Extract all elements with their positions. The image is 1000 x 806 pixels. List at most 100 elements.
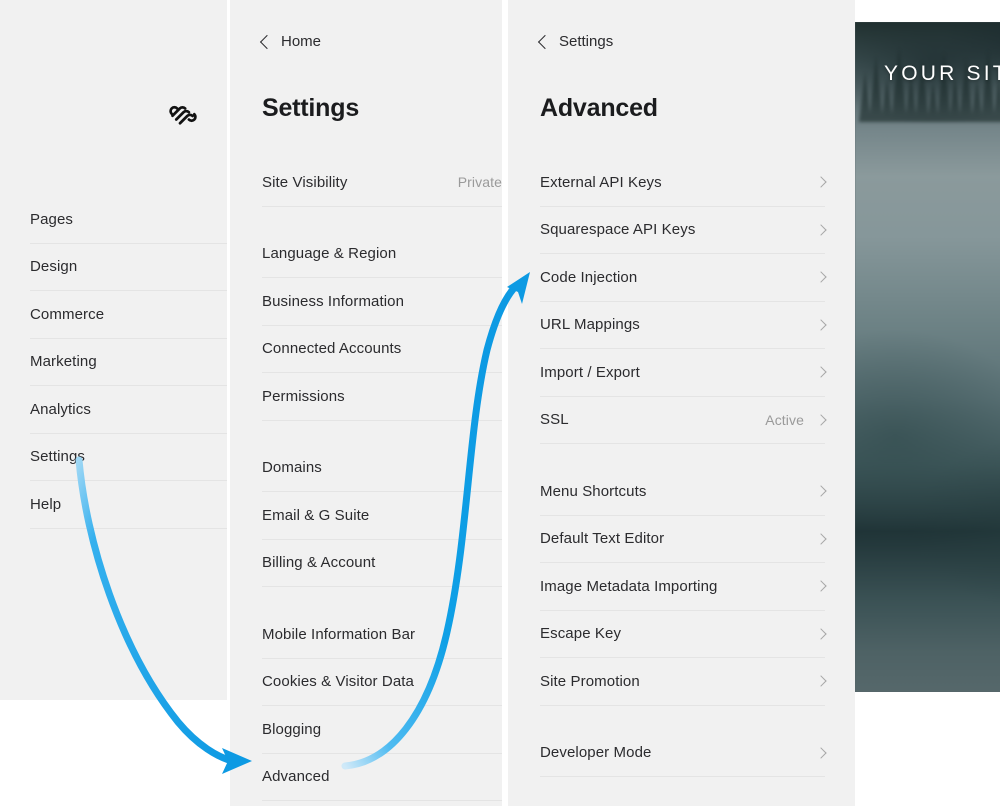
settings-back-label: Home	[281, 33, 322, 50]
list-group-separator	[540, 444, 855, 468]
list-item-label: Cookies & Visitor Data	[262, 673, 414, 691]
list-item-mobile-information-bar[interactable]: Mobile Information Bar	[262, 611, 502, 659]
chevron-right-icon	[815, 271, 827, 283]
list-item-site-visibility[interactable]: Site Visibility Private	[262, 159, 502, 207]
list-group-separator	[262, 207, 502, 231]
chevron-right-icon	[815, 580, 827, 592]
list-item-url-mappings[interactable]: URL Mappings	[540, 302, 827, 349]
list-item-label: Advanced	[262, 768, 330, 786]
chevron-right-icon	[815, 224, 827, 236]
list-item-ssl[interactable]: SSL Active	[540, 397, 827, 444]
list-item-label: Business Information	[262, 292, 405, 310]
sidebar-item-label: Analytics	[30, 400, 91, 418]
list-group-separator	[262, 421, 502, 445]
list-item-label: Permissions	[262, 387, 345, 405]
list-item-site-promotion[interactable]: Site Promotion	[540, 658, 827, 706]
list-item-label: Site Promotion	[540, 672, 640, 690]
squarespace-logo-icon	[169, 105, 197, 125]
list-item-permissions[interactable]: Permissions	[262, 373, 502, 421]
settings-list: Site Visibility Private Language & Region B…	[230, 159, 502, 801]
settings-panel: Home Settings Site Visibility Private Lang…	[230, 0, 502, 806]
sidebar-nav: Pages Design Commerce Marketing Analytic…	[0, 196, 227, 529]
chevron-right-icon	[815, 319, 827, 331]
list-item-label: Email & G Suite	[262, 506, 370, 524]
list-item-value: Active	[765, 411, 804, 428]
list-item-squarespace-api-keys[interactable]: Squarespace API Keys	[540, 207, 827, 254]
list-item-language-region[interactable]: Language & Region	[262, 231, 502, 278]
sidebar-item-label: Settings	[30, 448, 85, 466]
sidebar-item-label: Pages	[30, 210, 74, 228]
list-item-label: SSL	[540, 411, 569, 429]
advanced-back-button[interactable]: Settings	[537, 33, 614, 50]
app-window: Pages Design Commerce Marketing Analytic…	[0, 0, 1000, 806]
list-item-email-g-suite[interactable]: Email & G Suite	[262, 492, 502, 540]
settings-page-title: Settings	[262, 94, 360, 122]
sidebar-item-label: Design	[30, 258, 78, 276]
sidebar-item-label: Marketing	[30, 353, 97, 371]
site-preview-title: YOUR SITE	[884, 62, 1000, 85]
list-item-business-information[interactable]: Business Information	[262, 278, 502, 326]
list-item-label: URL Mappings	[540, 316, 640, 334]
list-item-label: Code Injection	[540, 268, 638, 286]
sidebar-item-design[interactable]: Design	[30, 244, 227, 291]
list-item-label: Domains	[262, 459, 322, 477]
site-preview[interactable]: YOUR SITE	[855, 22, 1000, 692]
chevron-right-icon	[815, 485, 827, 497]
preview-photo	[855, 22, 1000, 692]
list-item-label: Language & Region	[262, 245, 397, 263]
sidebar-item-pages[interactable]: Pages	[30, 196, 227, 244]
chevron-right-icon	[815, 414, 827, 426]
chevron-right-icon	[815, 675, 827, 687]
list-item-label: Developer Mode	[540, 744, 652, 762]
list-item-label: Import / Export	[540, 363, 640, 381]
squarespace-logo-wrap[interactable]	[0, 98, 227, 132]
list-item-escape-key[interactable]: Escape Key	[540, 611, 827, 658]
list-item-default-text-editor[interactable]: Default Text Editor	[540, 516, 827, 563]
list-item-developer-mode[interactable]: Developer Mode	[540, 730, 827, 777]
chevron-left-icon	[537, 34, 553, 49]
advanced-list: External API Keys Squarespace API Keys Cod…	[508, 159, 855, 777]
list-item-label: Squarespace API Keys	[540, 221, 696, 239]
main-sidebar: Pages Design Commerce Marketing Analytic…	[0, 0, 227, 700]
sidebar-item-analytics[interactable]: Analytics	[30, 386, 227, 434]
sidebar-item-label: Help	[30, 495, 62, 513]
list-item-advanced[interactable]: Advanced	[262, 754, 502, 801]
advanced-page-title: Advanced	[540, 94, 658, 122]
chevron-right-icon	[815, 628, 827, 640]
chevron-right-icon	[815, 747, 827, 759]
list-item-label: Mobile Information Bar	[262, 625, 416, 643]
list-item-code-injection[interactable]: Code Injection	[540, 254, 827, 302]
list-item-label: Image Metadata Importing	[540, 577, 718, 595]
list-item-value: Private	[457, 174, 502, 191]
sidebar-item-settings[interactable]: Settings	[30, 434, 227, 481]
sidebar-item-help[interactable]: Help	[30, 481, 227, 529]
list-group-separator	[262, 587, 502, 611]
list-item-label: Site Visibility	[262, 173, 348, 191]
list-item-domains[interactable]: Domains	[262, 445, 502, 492]
list-item-label: Connected Accounts	[262, 340, 402, 358]
list-item-blogging[interactable]: Blogging	[262, 706, 502, 754]
chevron-right-icon	[815, 533, 827, 545]
sidebar-item-marketing[interactable]: Marketing	[30, 339, 227, 386]
chevron-left-icon	[259, 34, 275, 49]
list-item-menu-shortcuts[interactable]: Menu Shortcuts	[540, 468, 827, 516]
list-item-label: Default Text Editor	[540, 530, 665, 548]
advanced-panel: Settings Advanced External API Keys Squar…	[508, 0, 855, 806]
list-item-connected-accounts[interactable]: Connected Accounts	[262, 326, 502, 373]
list-item-cookies-visitor-data[interactable]: Cookies & Visitor Data	[262, 659, 502, 706]
list-item-label: External API Keys	[540, 173, 662, 191]
sidebar-item-label: Commerce	[30, 305, 105, 323]
chevron-right-icon	[815, 366, 827, 378]
settings-back-button[interactable]: Home	[259, 33, 322, 50]
advanced-back-label: Settings	[559, 33, 614, 50]
list-item-image-metadata-importing[interactable]: Image Metadata Importing	[540, 563, 827, 611]
list-item-import-export[interactable]: Import / Export	[540, 349, 827, 397]
list-item-label: Blogging	[262, 720, 322, 738]
list-item-external-api-keys[interactable]: External API Keys	[540, 159, 827, 207]
list-item-billing-account[interactable]: Billing & Account	[262, 540, 502, 587]
sidebar-item-commerce[interactable]: Commerce	[30, 291, 227, 339]
list-item-label: Billing & Account	[262, 554, 376, 572]
list-item-label: Menu Shortcuts	[540, 482, 647, 500]
chevron-right-icon	[815, 176, 827, 188]
list-item-label: Escape Key	[540, 625, 622, 643]
